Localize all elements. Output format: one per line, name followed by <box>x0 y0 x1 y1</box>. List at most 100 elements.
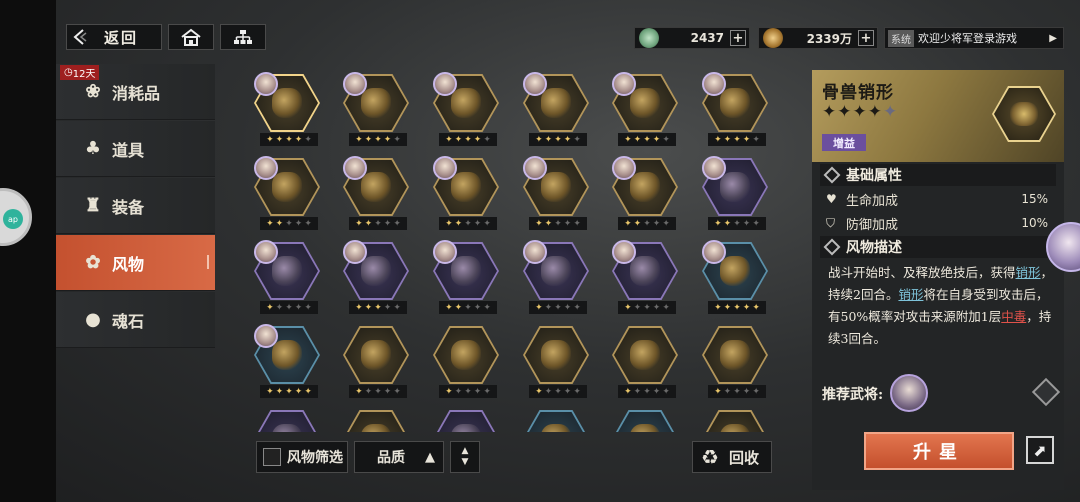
item-star-rating: ✦ ✦ ✦ ✦ ✦ <box>618 385 676 398</box>
star-icon: ✦ <box>464 134 472 145</box>
item-image <box>541 88 571 118</box>
item-cell[interactable] <box>429 408 505 432</box>
sidebar-item-label: 道具 <box>112 140 145 160</box>
item-cell[interactable]: ✦ ✦ ✦ ✦ ✦ <box>429 324 505 404</box>
star-icon: ✦ <box>662 302 670 313</box>
star-icon: ✦ <box>275 134 284 145</box>
star-icon: ✦ <box>723 134 732 145</box>
star-icon: ✦ <box>624 134 632 145</box>
star-icon: ✦ <box>383 134 392 145</box>
filter-checkbox[interactable] <box>263 448 281 466</box>
star-icon: ✦ <box>483 386 491 397</box>
recycle-button[interactable]: ♻ 回收 <box>692 441 772 473</box>
description-title: 风物描述 <box>846 240 902 256</box>
star-icon: ✦ <box>752 134 760 145</box>
item-cell[interactable] <box>698 408 774 432</box>
star-icon: ✦ <box>304 386 312 397</box>
item-cell[interactable]: ✦ ✦ ✦ ✦ ✦ <box>608 324 684 404</box>
description-text: 战斗开始时、及释放绝技后，获得 <box>828 265 1016 280</box>
sidebar-item-props[interactable]: ♣ 道具 <box>56 121 215 177</box>
upgrade-star-button[interactable]: 升星 <box>864 432 1014 470</box>
sidebar-item-label: 风物 <box>112 254 145 274</box>
star-icon: ✦ <box>554 218 562 229</box>
item-cell[interactable] <box>339 408 415 432</box>
item-cell[interactable]: ✦ ✦ ✦ ✦ ✦ <box>250 324 326 404</box>
item-star-rating: ✦ ✦ ✦ ✦ ✦ <box>618 217 676 230</box>
recommended-general-avatar[interactable] <box>890 374 928 412</box>
star-icon: ✦ <box>535 134 543 145</box>
shield-icon: ⛉ <box>826 215 836 230</box>
star-icon: ✦ <box>643 134 651 145</box>
item-cell[interactable]: ✦ ✦ ✦ ✦ ✦ <box>250 156 326 236</box>
item-cell[interactable]: ✦ ✦ ✦ ✦ ✦ <box>339 156 415 236</box>
item-cell[interactable]: ✦ ✦ ✦ ✦ ✦ <box>519 240 595 320</box>
star-icon: ✦ <box>374 302 382 313</box>
left-bezel <box>0 0 56 502</box>
coin-add-button[interactable]: + <box>858 30 874 46</box>
timer-badge-label: 12天 <box>72 69 96 80</box>
equipped-general-avatar <box>612 156 636 180</box>
item-star-rating: ✦ ✦ ✦ ✦ ✦ <box>708 385 766 398</box>
star-icon: ✦ <box>643 386 651 397</box>
star-icon: ✦ <box>714 134 722 145</box>
back-button[interactable]: 返回 <box>66 24 162 50</box>
jade-currency: 2437 + <box>634 27 750 49</box>
item-image <box>361 256 391 286</box>
keyword-link[interactable]: 销形 <box>898 287 923 302</box>
sort-select[interactable]: 品质 ▲ <box>354 441 444 473</box>
item-image <box>541 340 571 370</box>
sidebar-item-soul-stone[interactable]: ● 魂石 <box>56 292 215 348</box>
sort-order-button[interactable]: ▲ ▼ <box>450 441 480 473</box>
item-cell[interactable]: ✦ ✦ ✦ ✦ ✦ <box>698 324 774 404</box>
item-star-rating: ✦ ✦ ✦ ✦ ✦ <box>439 301 497 314</box>
item-cell[interactable]: ✦ ✦ ✦ ✦ ✦ <box>250 72 326 152</box>
sort-up-icon: ▲ <box>461 446 469 456</box>
item-star-rating: ✦ ✦ ✦ ✦ ✦ <box>349 217 407 230</box>
filter-toggle[interactable]: 风物筛选 <box>256 441 348 473</box>
keyword-link[interactable]: 中毒 <box>1001 309 1026 324</box>
item-image <box>272 172 302 202</box>
star-icon: ✦ <box>473 386 482 397</box>
item-cell[interactable]: ✦ ✦ ✦ ✦ ✦ <box>608 240 684 320</box>
bag-icon: ❀ <box>85 81 101 102</box>
item-cell[interactable] <box>519 408 595 432</box>
star-icon: ✦ <box>544 134 553 145</box>
item-cell[interactable]: ✦ ✦ ✦ ✦ ✦ <box>250 240 326 320</box>
system-message-bar[interactable]: 系统 欢迎少将军登录游戏 ▶ <box>884 27 1064 49</box>
jade-add-button[interactable]: + <box>730 30 746 46</box>
star-icon: ✦ <box>535 302 543 313</box>
expand-icon[interactable]: ⬈ <box>1026 436 1054 464</box>
item-image <box>272 340 302 370</box>
sidebar-item-scenery[interactable]: ✿ 风物 <box>56 235 215 291</box>
keyword-link[interactable]: 销形 <box>1016 265 1041 280</box>
item-cell[interactable]: ✦ ✦ ✦ ✦ ✦ <box>339 324 415 404</box>
item-cell[interactable]: ✦ ✦ ✦ ✦ ✦ <box>429 240 505 320</box>
item-star-rating: ✦ ✦ ✦ ✦ ✦ <box>529 301 587 314</box>
locate-icon[interactable] <box>1031 377 1061 407</box>
item-cell[interactable] <box>250 408 326 432</box>
item-star-rating: ✦ ✦ ✦ ✦ ✦ <box>529 385 587 398</box>
item-cell[interactable] <box>608 408 684 432</box>
item-image <box>720 340 750 370</box>
star-icon: ✦ <box>633 386 642 397</box>
item-cell[interactable]: ✦ ✦ ✦ ✦ ✦ <box>698 72 774 152</box>
item-cell[interactable]: ✦ ✦ ✦ ✦ ✦ <box>698 240 774 320</box>
item-cell[interactable]: ✦ ✦ ✦ ✦ ✦ <box>429 156 505 236</box>
star-icon: ✦ <box>573 302 581 313</box>
item-cell[interactable]: ✦ ✦ ✦ ✦ ✦ <box>339 240 415 320</box>
item-cell[interactable]: ✦ ✦ ✦ ✦ ✦ <box>339 72 415 152</box>
home-button[interactable] <box>168 24 214 50</box>
star-icon: ✦ <box>752 386 760 397</box>
item-cell[interactable]: ✦ ✦ ✦ ✦ ✦ <box>519 156 595 236</box>
back-label: 返回 <box>103 28 138 47</box>
item-cell[interactable]: ✦ ✦ ✦ ✦ ✦ <box>429 72 505 152</box>
item-cell[interactable]: ✦ ✦ ✦ ✦ ✦ <box>608 156 684 236</box>
item-cell[interactable]: ✦ ✦ ✦ ✦ ✦ <box>519 324 595 404</box>
item-cell[interactable]: ✦ ✦ ✦ ✦ ✦ <box>608 72 684 152</box>
star-icon: ✦ <box>285 134 293 145</box>
item-cell[interactable]: ✦ ✦ ✦ ✦ ✦ <box>698 156 774 236</box>
hierarchy-button[interactable] <box>220 24 266 50</box>
item-cell[interactable]: ✦ ✦ ✦ ✦ ✦ <box>519 72 595 152</box>
sidebar-item-equipment[interactable]: ♜ 装备 <box>56 178 215 234</box>
star-icon: ✦ <box>393 134 401 145</box>
